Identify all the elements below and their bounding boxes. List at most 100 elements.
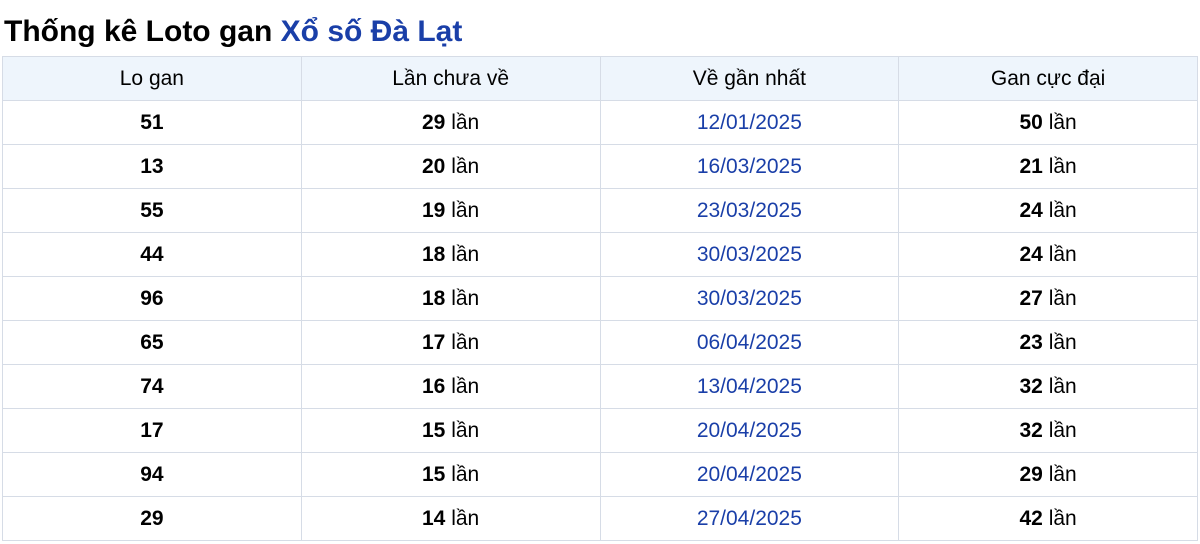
- unit-label: lần: [451, 418, 480, 442]
- cell-gan-cuc-dai: 24 lần: [898, 232, 1198, 277]
- cell-gan-cuc-dai: 50 lần: [898, 100, 1198, 145]
- column-header-lo-gan: Lo gan: [2, 56, 302, 101]
- last-date-link[interactable]: 23/03/2025: [697, 199, 802, 222]
- lo-number: 29: [140, 506, 164, 530]
- lo-number: 17: [140, 418, 164, 442]
- cell-ve-gan-nhat: 27/04/2025: [599, 496, 900, 541]
- cell-lo-gan: 13: [2, 144, 302, 189]
- cell-gan-cuc-dai: 21 lần: [898, 144, 1198, 189]
- unit-label: lần: [1048, 418, 1077, 442]
- unit-label: lần: [1048, 242, 1077, 266]
- last-date-link[interactable]: 20/04/2025: [697, 463, 802, 486]
- cell-ve-gan-nhat: 23/03/2025: [599, 188, 900, 233]
- max-gap: 24: [1019, 198, 1043, 222]
- cell-gan-cuc-dai: 27 lần: [898, 276, 1198, 321]
- unit-label: lần: [451, 506, 480, 530]
- miss-count: 16: [422, 374, 446, 398]
- unit-label: lần: [1048, 286, 1077, 310]
- max-gap: 32: [1019, 418, 1043, 442]
- last-date-link[interactable]: 12/01/2025: [697, 111, 802, 134]
- miss-count: 19: [422, 198, 446, 222]
- miss-count: 14: [422, 506, 446, 530]
- max-gap: 50: [1019, 110, 1043, 134]
- unit-label: lần: [451, 330, 480, 354]
- miss-count: 15: [422, 418, 446, 442]
- lo-number: 96: [140, 286, 164, 310]
- cell-ve-gan-nhat: 30/03/2025: [599, 276, 900, 321]
- unit-label: lần: [1048, 506, 1077, 530]
- unit-label: lần: [1048, 374, 1077, 398]
- column-header-gan-cuc-dai: Gan cực đại: [898, 56, 1198, 101]
- table-row: 94 15 lần 20/04/2025 29 lần: [2, 452, 1198, 497]
- max-gap: 42: [1019, 506, 1043, 530]
- cell-lo-gan: 55: [2, 188, 302, 233]
- table-row: 55 19 lần 23/03/2025 24 lần: [2, 188, 1198, 233]
- miss-count: 29: [422, 110, 446, 134]
- unit-label: lần: [1048, 330, 1077, 354]
- unit-label: lần: [451, 286, 480, 310]
- table-row: 96 18 lần 30/03/2025 27 lần: [2, 276, 1198, 321]
- page-title: Thống kê Loto gan Xổ số Đà Lạt: [4, 12, 462, 52]
- cell-gan-cuc-dai: 23 lần: [898, 320, 1198, 365]
- miss-count: 15: [422, 462, 446, 486]
- max-gap: 24: [1019, 242, 1043, 266]
- cell-lan-chua-ve: 16 lần: [300, 364, 601, 409]
- table-header-row: Lo gan Lần chưa về Về gần nhất Gan cực đ…: [2, 56, 1198, 101]
- page-title-text: Thống kê Loto gan: [4, 15, 273, 48]
- unit-label: lần: [1048, 154, 1077, 178]
- unit-label: lần: [1048, 198, 1077, 222]
- cell-ve-gan-nhat: 12/01/2025: [599, 100, 900, 145]
- cell-ve-gan-nhat: 20/04/2025: [599, 408, 900, 453]
- last-date-link[interactable]: 27/04/2025: [697, 507, 802, 530]
- lo-number: 44: [140, 242, 164, 266]
- lo-number: 55: [140, 198, 164, 222]
- unit-label: lần: [451, 154, 480, 178]
- max-gap: 32: [1019, 374, 1043, 398]
- cell-ve-gan-nhat: 16/03/2025: [599, 144, 900, 189]
- unit-label: lần: [451, 242, 480, 266]
- table-row: 74 16 lần 13/04/2025 32 lần: [2, 364, 1198, 409]
- table-row: 13 20 lần 16/03/2025 21 lần: [2, 144, 1198, 189]
- cell-gan-cuc-dai: 32 lần: [898, 408, 1198, 453]
- last-date-link[interactable]: 16/03/2025: [697, 155, 802, 178]
- cell-lo-gan: 94: [2, 452, 302, 497]
- miss-count: 20: [422, 154, 446, 178]
- table-row: 17 15 lần 20/04/2025 32 lần: [2, 408, 1198, 453]
- last-date-link[interactable]: 13/04/2025: [697, 375, 802, 398]
- cell-gan-cuc-dai: 32 lần: [898, 364, 1198, 409]
- cell-lan-chua-ve: 17 lần: [300, 320, 601, 365]
- lottery-link[interactable]: Xổ số Đà Lạt: [281, 15, 463, 48]
- last-date-link[interactable]: 30/03/2025: [697, 287, 802, 310]
- lo-number: 65: [140, 330, 164, 354]
- cell-lo-gan: 44: [2, 232, 302, 277]
- unit-label: lần: [1048, 110, 1077, 134]
- max-gap: 27: [1019, 286, 1043, 310]
- cell-ve-gan-nhat: 06/04/2025: [599, 320, 900, 365]
- last-date-link[interactable]: 06/04/2025: [697, 331, 802, 354]
- loto-gan-table: Lo gan Lần chưa về Về gần nhất Gan cực đ…: [2, 56, 1198, 541]
- lo-number: 13: [140, 154, 164, 178]
- cell-lo-gan: 65: [2, 320, 302, 365]
- unit-label: lần: [451, 462, 480, 486]
- last-date-link[interactable]: 30/03/2025: [697, 243, 802, 266]
- cell-lan-chua-ve: 18 lần: [300, 232, 601, 277]
- cell-lo-gan: 29: [2, 496, 302, 541]
- max-gap: 23: [1019, 330, 1043, 354]
- cell-lan-chua-ve: 15 lần: [300, 452, 601, 497]
- cell-ve-gan-nhat: 13/04/2025: [599, 364, 900, 409]
- table-row: 51 29 lần 12/01/2025 50 lần: [2, 100, 1198, 145]
- table-row: 65 17 lần 06/04/2025 23 lần: [2, 320, 1198, 365]
- cell-lan-chua-ve: 29 lần: [300, 100, 601, 145]
- miss-count: 17: [422, 330, 446, 354]
- miss-count: 18: [422, 286, 446, 310]
- unit-label: lần: [451, 374, 480, 398]
- max-gap: 21: [1019, 154, 1043, 178]
- cell-lan-chua-ve: 18 lần: [300, 276, 601, 321]
- cell-lan-chua-ve: 14 lần: [300, 496, 601, 541]
- unit-label: lần: [1048, 462, 1077, 486]
- last-date-link[interactable]: 20/04/2025: [697, 419, 802, 442]
- lo-number: 51: [140, 110, 164, 134]
- cell-lo-gan: 96: [2, 276, 302, 321]
- table-row: 29 14 lần 27/04/2025 42 lần: [2, 496, 1198, 541]
- max-gap: 29: [1019, 462, 1043, 486]
